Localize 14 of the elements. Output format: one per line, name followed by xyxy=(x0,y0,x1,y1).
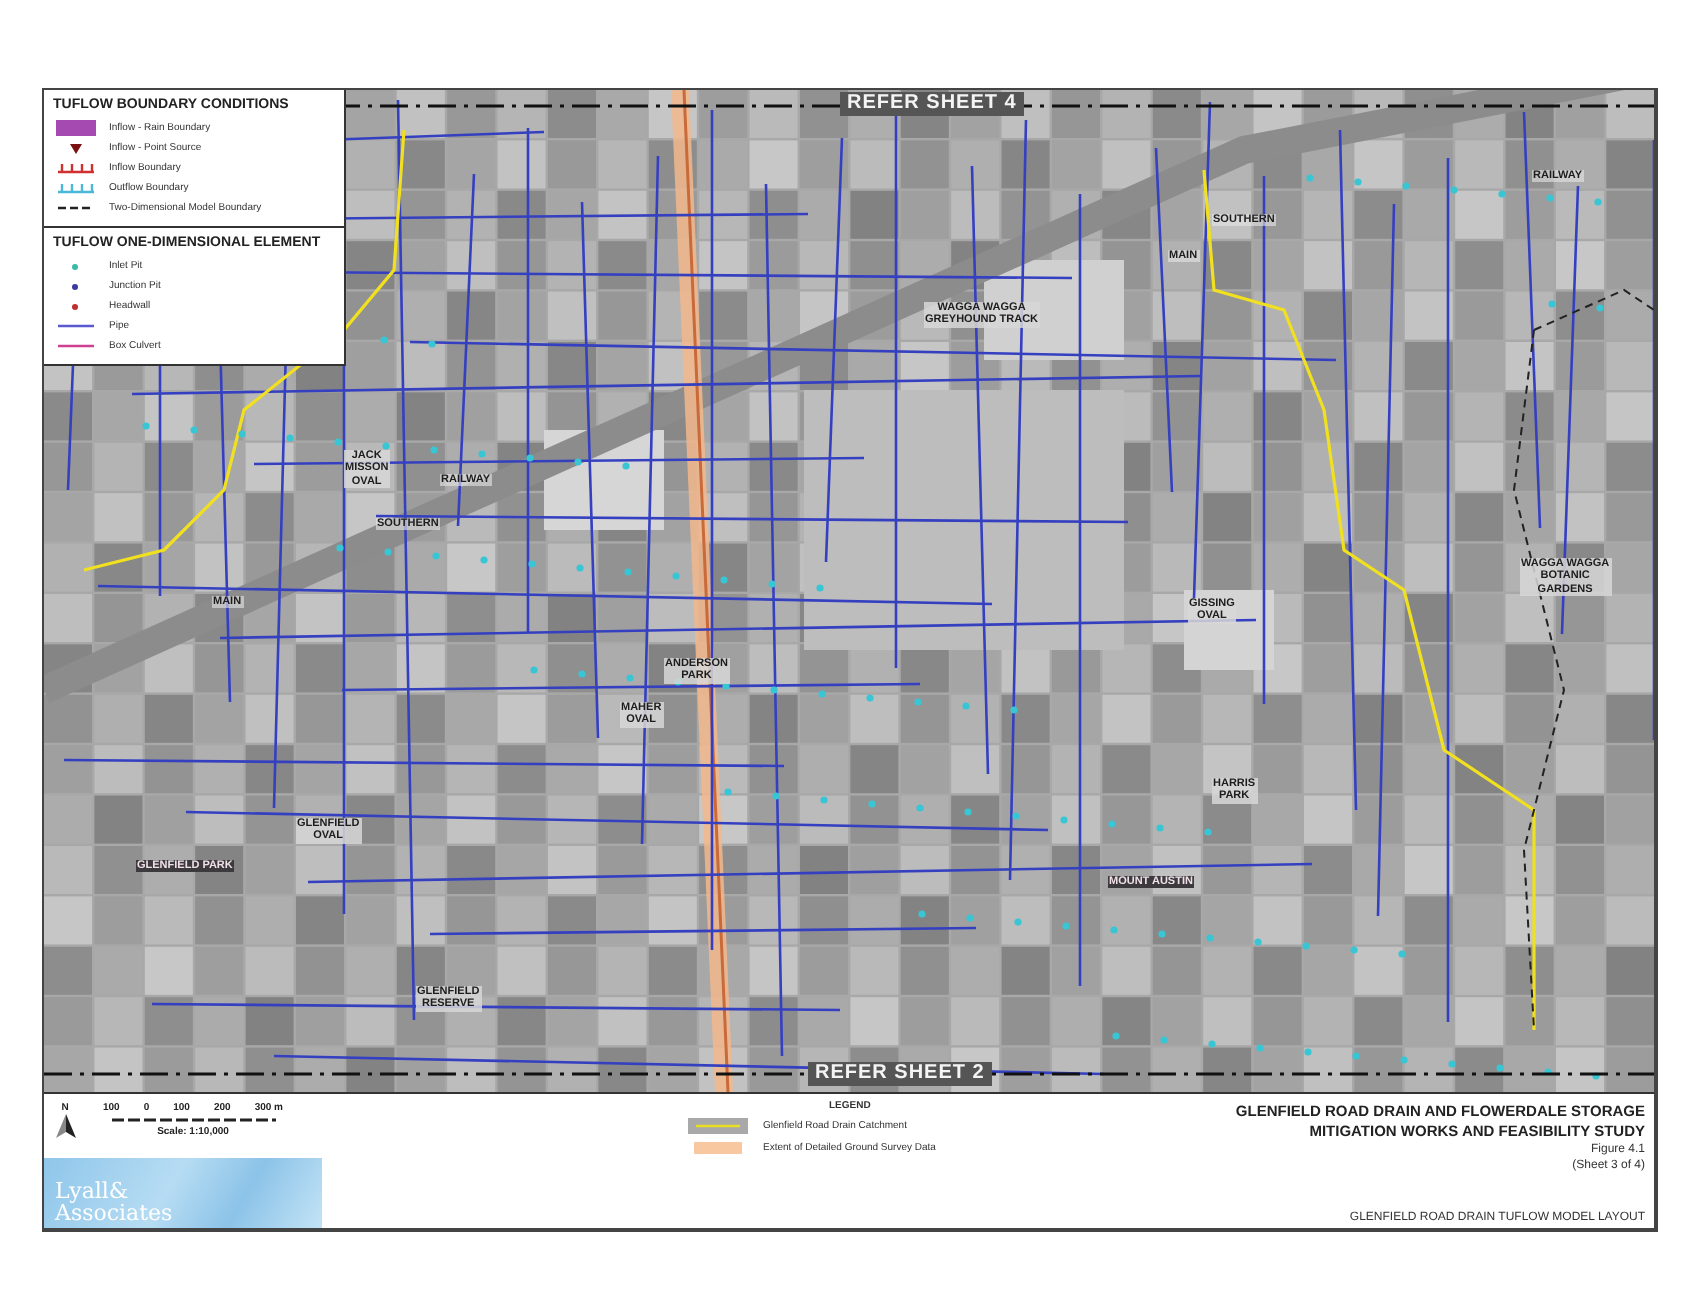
north-arrow-icon xyxy=(55,1114,75,1138)
catchment-symbol-icon xyxy=(687,1118,747,1134)
outflow-symbol-icon xyxy=(53,180,97,196)
scale-bar-icon xyxy=(109,1116,277,1124)
sheet-reference-label: REFER SHEET 2 xyxy=(807,1062,993,1085)
headwall-symbol-icon xyxy=(72,303,78,309)
logo-text: Associates xyxy=(55,1202,175,1224)
inflow-symbol-icon xyxy=(53,160,97,176)
rain-symbol-icon xyxy=(53,120,97,136)
inlet-symbol-icon xyxy=(72,263,78,269)
point-symbol-icon xyxy=(69,143,81,153)
junction-symbol-icon xyxy=(72,283,78,289)
sheet-reference-label: REFER SHEET 4 xyxy=(839,92,1025,115)
logo-text: Lyall& xyxy=(55,1180,131,1202)
